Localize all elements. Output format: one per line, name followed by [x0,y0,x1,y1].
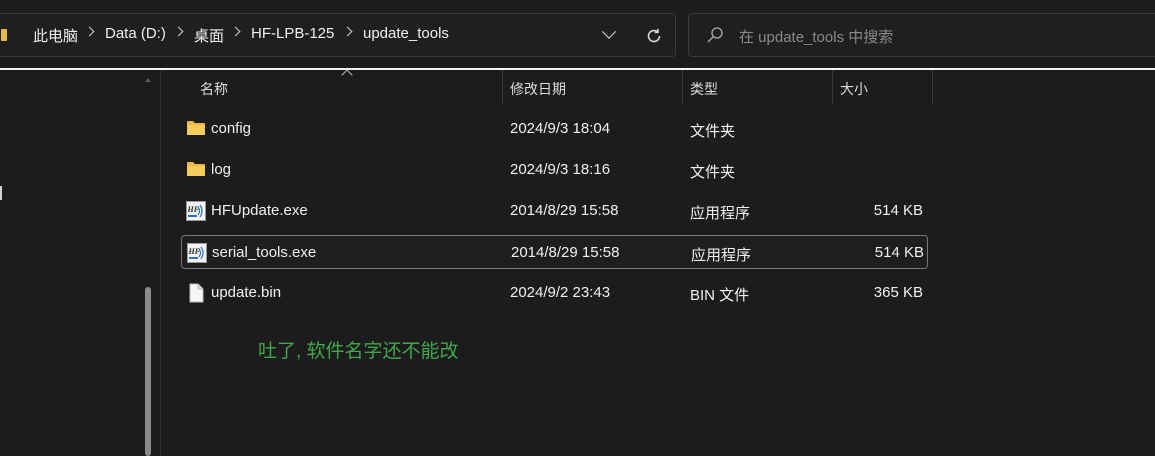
breadcrumb-current-folder[interactable]: update_tools [363,25,449,42]
column-header-size[interactable]: 大小 [832,70,932,104]
file-row[interactable]: config 2024/9/3 18:04 文件夹 [181,112,928,146]
file-name: serial_tools.exe [212,244,317,261]
annotation-text: 吐了, 软件名字还不能改 [258,341,459,362]
breadcrumb-desktop[interactable]: 桌面 [194,25,224,46]
column-header-type[interactable]: 类型 [682,70,832,104]
breadcrumb-separator-icon[interactable] [173,26,184,37]
svg-text:HF: HF [187,205,200,214]
breadcrumb-separator-icon[interactable] [230,26,241,37]
file-type: 文件夹 [690,164,736,181]
scroll-up-icon[interactable] [145,78,151,82]
file-name: update.bin [211,284,282,301]
file-size: 365 KB [873,284,923,301]
file-row[interactable]: HF serial_tools.exe 2014/8/29 15:58 应用程序 514… [181,235,928,269]
refresh-icon [647,28,661,43]
pane-divider[interactable] [160,70,161,456]
folder-icon [186,160,206,178]
column-separator[interactable] [932,70,933,104]
history-dropdown-button[interactable] [595,22,623,50]
file-modified-date: 2024/9/2 23:43 [510,284,611,301]
nav-item-marker [0,186,2,200]
address-bar[interactable]: 此电脑 Data (D:) 桌面 HF-LPB-125 update_tools [0,13,676,57]
hf-app-icon: HF [186,201,206,221]
file-row[interactable]: HF HFUpdate.exe 2014/8/29 15:58 应用程序 514 KB [181,194,928,228]
file-name: HFUpdate.exe [211,202,308,219]
file-type: 文件夹 [690,123,736,140]
file-modified-date: 2014/8/29 15:58 [510,202,619,219]
breadcrumb-separator-icon[interactable] [342,26,353,37]
file-type: 应用程序 [691,247,752,264]
navigation-pane[interactable] [0,70,160,456]
breadcrumb-hf-folder[interactable]: HF-LPB-125 [251,25,334,42]
file-type: BIN 文件 [690,287,750,304]
file-name: log [211,161,232,178]
file-modified-date: 2024/9/3 18:04 [510,120,611,137]
hf-app-icon: HF [187,243,207,263]
folder-icon [1,29,7,41]
file-size: 514 KB [874,244,924,261]
breadcrumb-this-pc[interactable]: 此电脑 [33,25,78,46]
file-icon [186,283,206,303]
file-row[interactable]: update.bin 2024/9/2 23:43 BIN 文件 365 KB [181,276,928,310]
search-icon [707,27,723,43]
column-header-modified[interactable]: 修改日期 [502,70,682,104]
search-placeholder: 在 update_tools 中搜索 [739,29,894,46]
file-modified-date: 2024/9/3 18:16 [510,161,611,178]
folder-icon [186,119,206,137]
file-name: config [211,120,252,137]
file-row[interactable]: log 2024/9/3 18:16 文件夹 [181,153,928,187]
file-size: 514 KB [873,202,923,219]
file-type: 应用程序 [690,205,751,222]
search-box[interactable]: 在 update_tools 中搜索 [688,13,1155,57]
breadcrumb-separator-icon[interactable] [84,26,95,37]
refresh-button[interactable] [640,22,668,50]
chevron-down-icon [601,24,617,39]
breadcrumb-drive[interactable]: Data (D:) [105,25,166,42]
svg-text:HF: HF [188,247,201,256]
file-modified-date: 2014/8/29 15:58 [511,244,620,261]
nav-scrollbar-thumb[interactable] [145,287,151,456]
